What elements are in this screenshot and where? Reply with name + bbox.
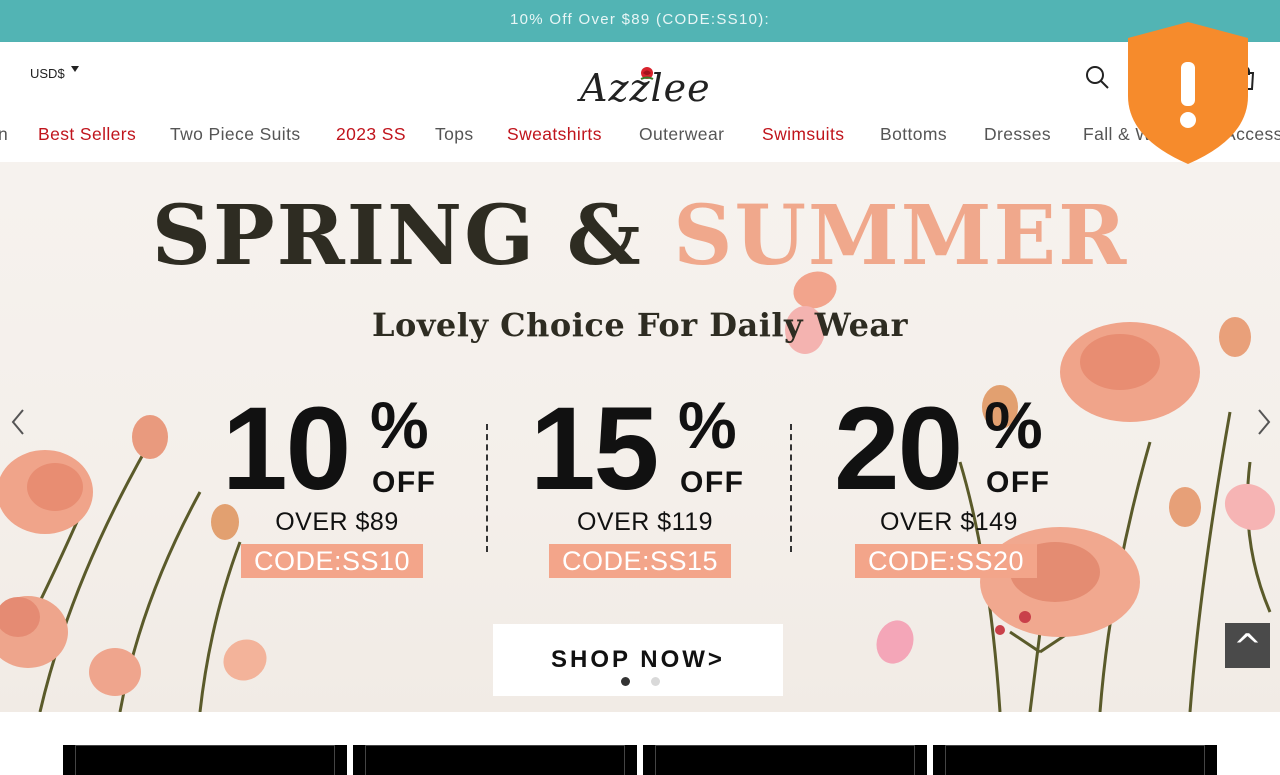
nav-item-best-sellers[interactable]: Best Sellers bbox=[38, 124, 136, 145]
scroll-top-button[interactable]: ^ bbox=[1225, 623, 1270, 668]
offer-percent-sign: % bbox=[984, 388, 1043, 462]
currency-label: USD$ bbox=[30, 66, 65, 81]
carousel-dot[interactable] bbox=[651, 677, 660, 686]
offer-code: CODE:SS15 bbox=[549, 544, 731, 578]
offer-code: CODE:SS10 bbox=[241, 544, 423, 578]
offer-code: CODE:SS20 bbox=[855, 544, 1037, 578]
promo-bar: 10% Off Over $89 (CODE:SS10): bbox=[0, 0, 1280, 42]
chevron-right-icon[interactable] bbox=[1254, 407, 1274, 437]
headline-word-spring: SPRING & bbox=[151, 188, 643, 284]
nav-item-two-piece-suits[interactable]: Two Piece Suits bbox=[170, 124, 301, 145]
headline-word-summer: SUMMER bbox=[673, 188, 1129, 284]
currency-selector[interactable]: USD$ bbox=[30, 66, 79, 81]
offer-divider bbox=[790, 424, 792, 552]
chevron-down-icon bbox=[70, 66, 79, 72]
nav-item-partial-left[interactable]: n bbox=[0, 124, 8, 145]
offer-percent: 10 bbox=[222, 383, 351, 515]
shop-now-button[interactable]: SHOP NOW> bbox=[493, 624, 783, 696]
category-tile[interactable] bbox=[933, 745, 1217, 775]
carousel-dot-active[interactable] bbox=[621, 677, 630, 686]
offer-off-label: OFF bbox=[986, 466, 1051, 499]
shield-alert-icon[interactable] bbox=[1126, 20, 1250, 166]
promo-text: 10% Off Over $89 (CODE:SS10): bbox=[509, 11, 770, 28]
rose-icon bbox=[640, 67, 654, 80]
offer-block: 10 % OFF OVER $89 CODE:SS10 bbox=[222, 390, 452, 580]
chevron-left-icon[interactable] bbox=[8, 407, 28, 437]
scroll-top-icon: ^ bbox=[1233, 627, 1262, 667]
hero-banner[interactable]: SPRING & SUMMER Lovely Choice For Daily … bbox=[0, 162, 1280, 712]
offer-block: 15 % OFF OVER $119 CODE:SS15 bbox=[530, 390, 760, 580]
offer-threshold: OVER $149 bbox=[880, 508, 1018, 536]
offer-percent: 20 bbox=[834, 383, 963, 515]
category-tile[interactable] bbox=[643, 745, 927, 775]
category-tile[interactable] bbox=[63, 745, 347, 775]
nav-item-tops[interactable]: Tops bbox=[435, 124, 474, 145]
offer-block: 20 % OFF OVER $149 CODE:SS20 bbox=[834, 390, 1064, 580]
category-tile[interactable] bbox=[353, 745, 637, 775]
nav-item-outerwear[interactable]: Outerwear bbox=[639, 124, 724, 145]
nav-item-2023-ss[interactable]: 2023 SS bbox=[336, 124, 406, 145]
offer-percent: 15 bbox=[530, 383, 659, 515]
hero-headline: SPRING & SUMMER bbox=[0, 188, 1280, 284]
offer-percent-sign: % bbox=[678, 388, 737, 462]
nav-item-swimsuits[interactable]: Swimsuits bbox=[762, 124, 844, 145]
site-header: USD$ Azzlee n Best Sellers Two Piece Sui… bbox=[0, 42, 1280, 162]
site-logo[interactable]: Azzlee bbox=[578, 64, 710, 114]
hero-subline: Lovely Choice For Daily Wear bbox=[371, 306, 909, 344]
nav-item-bottoms[interactable]: Bottoms bbox=[880, 124, 947, 145]
offer-off-label: OFF bbox=[680, 466, 745, 499]
main-nav: n Best Sellers Two Piece Suits 2023 SS T… bbox=[0, 124, 1280, 150]
offer-threshold: OVER $89 bbox=[275, 508, 399, 536]
offer-threshold: OVER $119 bbox=[576, 508, 714, 536]
category-tiles bbox=[0, 712, 1280, 775]
offer-divider bbox=[486, 424, 488, 552]
nav-item-sweatshirts[interactable]: Sweatshirts bbox=[507, 124, 602, 145]
offer-percent-sign: % bbox=[370, 388, 429, 462]
nav-item-dresses[interactable]: Dresses bbox=[984, 124, 1051, 145]
offer-off-label: OFF bbox=[372, 466, 437, 499]
search-icon[interactable] bbox=[1084, 64, 1110, 90]
